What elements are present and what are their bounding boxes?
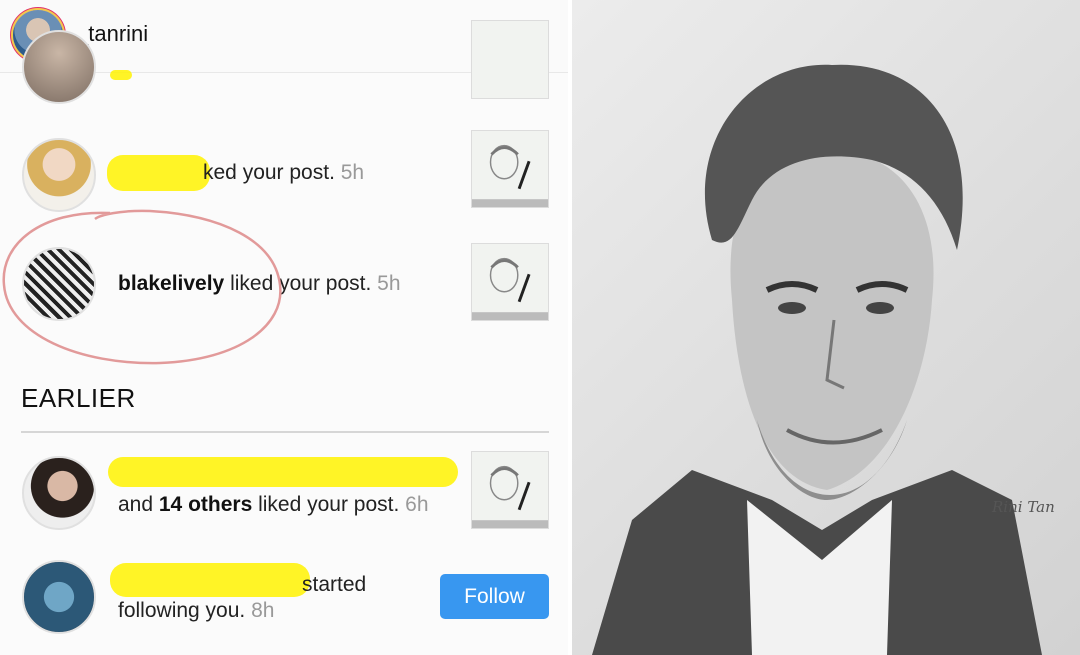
activity-feed-screenshot: _tanrini ked your post. 5h blakelively l… [0,0,568,655]
hand-drawn-circle [2,209,282,365]
notification-text-line2: following you. 8h [118,599,275,622]
avatar[interactable] [22,138,96,212]
avatar[interactable] [22,456,96,530]
pencil-portrait-drawing: Rini Tan [572,0,1080,655]
post-thumbnail[interactable] [471,20,549,99]
redaction-highlight [107,155,210,191]
post-thumbnail[interactable] [471,130,549,208]
artist-signature: Rini Tan [992,498,1055,516]
notification-text-line1: started [302,573,367,596]
redaction-highlight [108,457,458,487]
post-thumbnail[interactable] [471,451,549,529]
section-title: EARLIER [21,383,136,413]
redaction-highlight [110,70,132,80]
divider [21,431,549,433]
notification-text: and 14 others liked your post. 6h [118,493,429,516]
post-thumbnail[interactable] [471,243,549,321]
avatar[interactable] [22,560,96,634]
notification-text: ked your post. 5h [203,161,365,184]
redaction-highlight [110,563,310,597]
avatar[interactable] [22,30,96,104]
follow-button[interactable]: Follow [440,574,549,619]
